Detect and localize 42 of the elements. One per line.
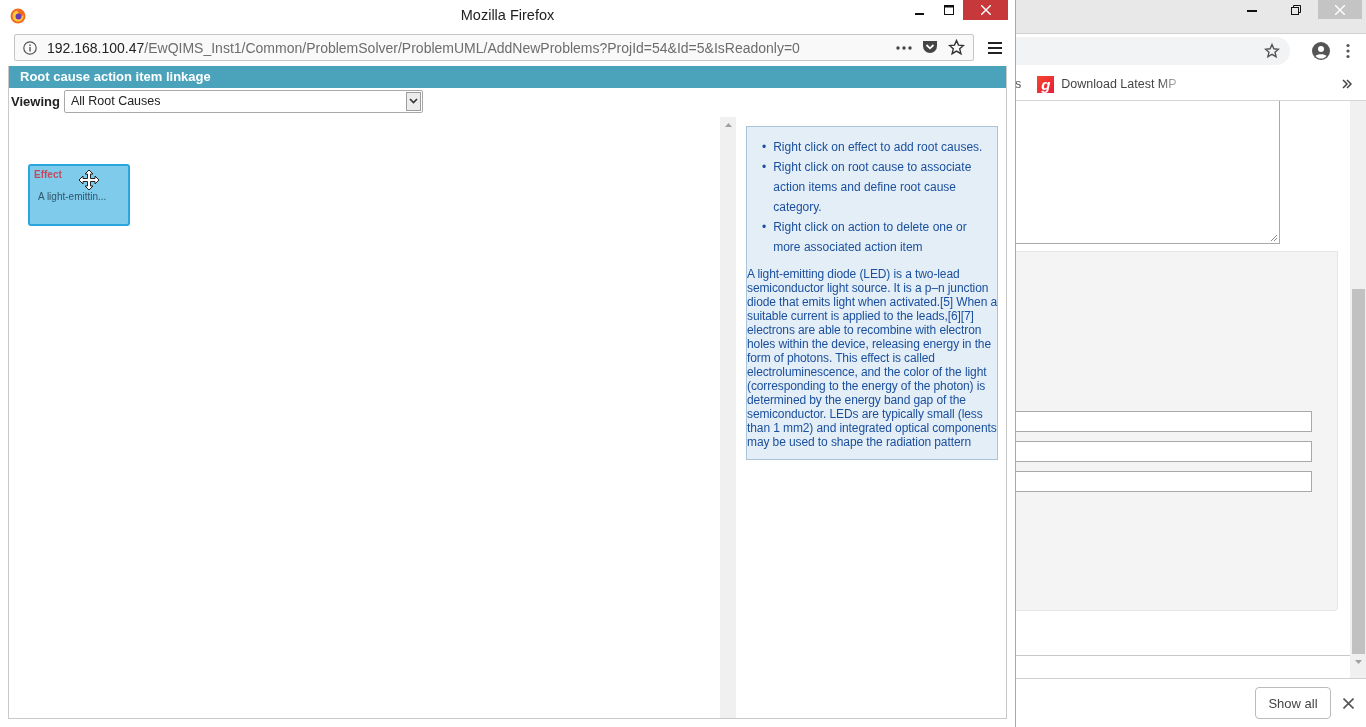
effect-node[interactable]: Effect A light-emittin... [28,164,130,226]
star-icon[interactable] [1264,43,1280,59]
section-header: Root cause action item linkage [9,66,1006,88]
info-icon[interactable] [23,40,37,55]
close-icon[interactable] [1343,697,1354,709]
scrollbar[interactable] [720,117,736,718]
close-icon [980,5,991,15]
viewing-select[interactable]: All Root Causes [63,89,423,113]
bullet: • [762,159,767,176]
bullet: • [762,219,767,236]
pocket-icon[interactable] [922,40,938,55]
scrollbar[interactable] [1350,101,1366,678]
close-button[interactable] [963,0,1008,20]
chevrons-icon[interactable] [1342,79,1352,89]
input-field[interactable] [1015,411,1312,432]
input-field[interactable] [1015,471,1312,492]
help-tip: Right click on action to delete one or more associated action item [773,219,968,256]
bullet: • [762,139,767,156]
menu-icon[interactable] [988,41,1002,54]
address-bar[interactable]: 192.168.100.47/EwQIMS_Inst1/Common/ProblemSolver/ProblemUML/AddNewProblems?ProjId=54&Id=5&IsReadonly=0 [14,34,974,61]
more-icon[interactable] [896,45,912,50]
move-cursor-icon [78,169,100,191]
star-icon[interactable] [948,39,965,56]
bookmark-item[interactable]: g Download Latest MP [1037,75,1177,93]
help-tip: Right click on effect to add root causes. [773,139,983,156]
restore-icon[interactable] [1291,4,1301,15]
site-logo-icon: g [1037,75,1055,93]
show-all-button[interactable]: Show all [1255,687,1331,719]
bookmark-item[interactable]: s [1015,77,1022,91]
help-tip: Right click on root cause to associate action items and define root cause category. [773,159,973,216]
more-icon[interactable] [1346,43,1350,59]
window-title: Mozilla Firefox [460,7,555,23]
resize-grip-icon[interactable] [1270,234,1278,242]
maximize-icon[interactable] [943,5,954,15]
description-text: A light-emitting diode (LED) is a two-lead semiconductor light source. It is a p–n junction diode that emits light when activated.[5] When a suitable current is applied to the leads,[6][7] electrons are able to recombine with electron holes within the device, releasing energy in the form of photons. This effect is called electroluminescence, and the color of the light (corresponding to the energy of the photon) is determined by the energy band gap of the semiconductor. LEDs are typically small (less than 1 mm2) and integrated optical components may be used to shape the radiation pattern [747,267,997,449]
viewing-label: Viewing [11,93,60,109]
firefox-icon[interactable] [10,7,26,24]
close-icon [1335,4,1345,15]
chevron-down-icon [408,98,418,104]
url-text: 192.168.100.47/EwQIMS_Inst1/Common/ProblemSolver/ProblemUML/AddNewProblems?ProjId=54&Id=5&IsReadonly=0 [47,39,801,56]
account-icon[interactable] [1312,42,1330,60]
input-field[interactable] [1015,441,1312,462]
